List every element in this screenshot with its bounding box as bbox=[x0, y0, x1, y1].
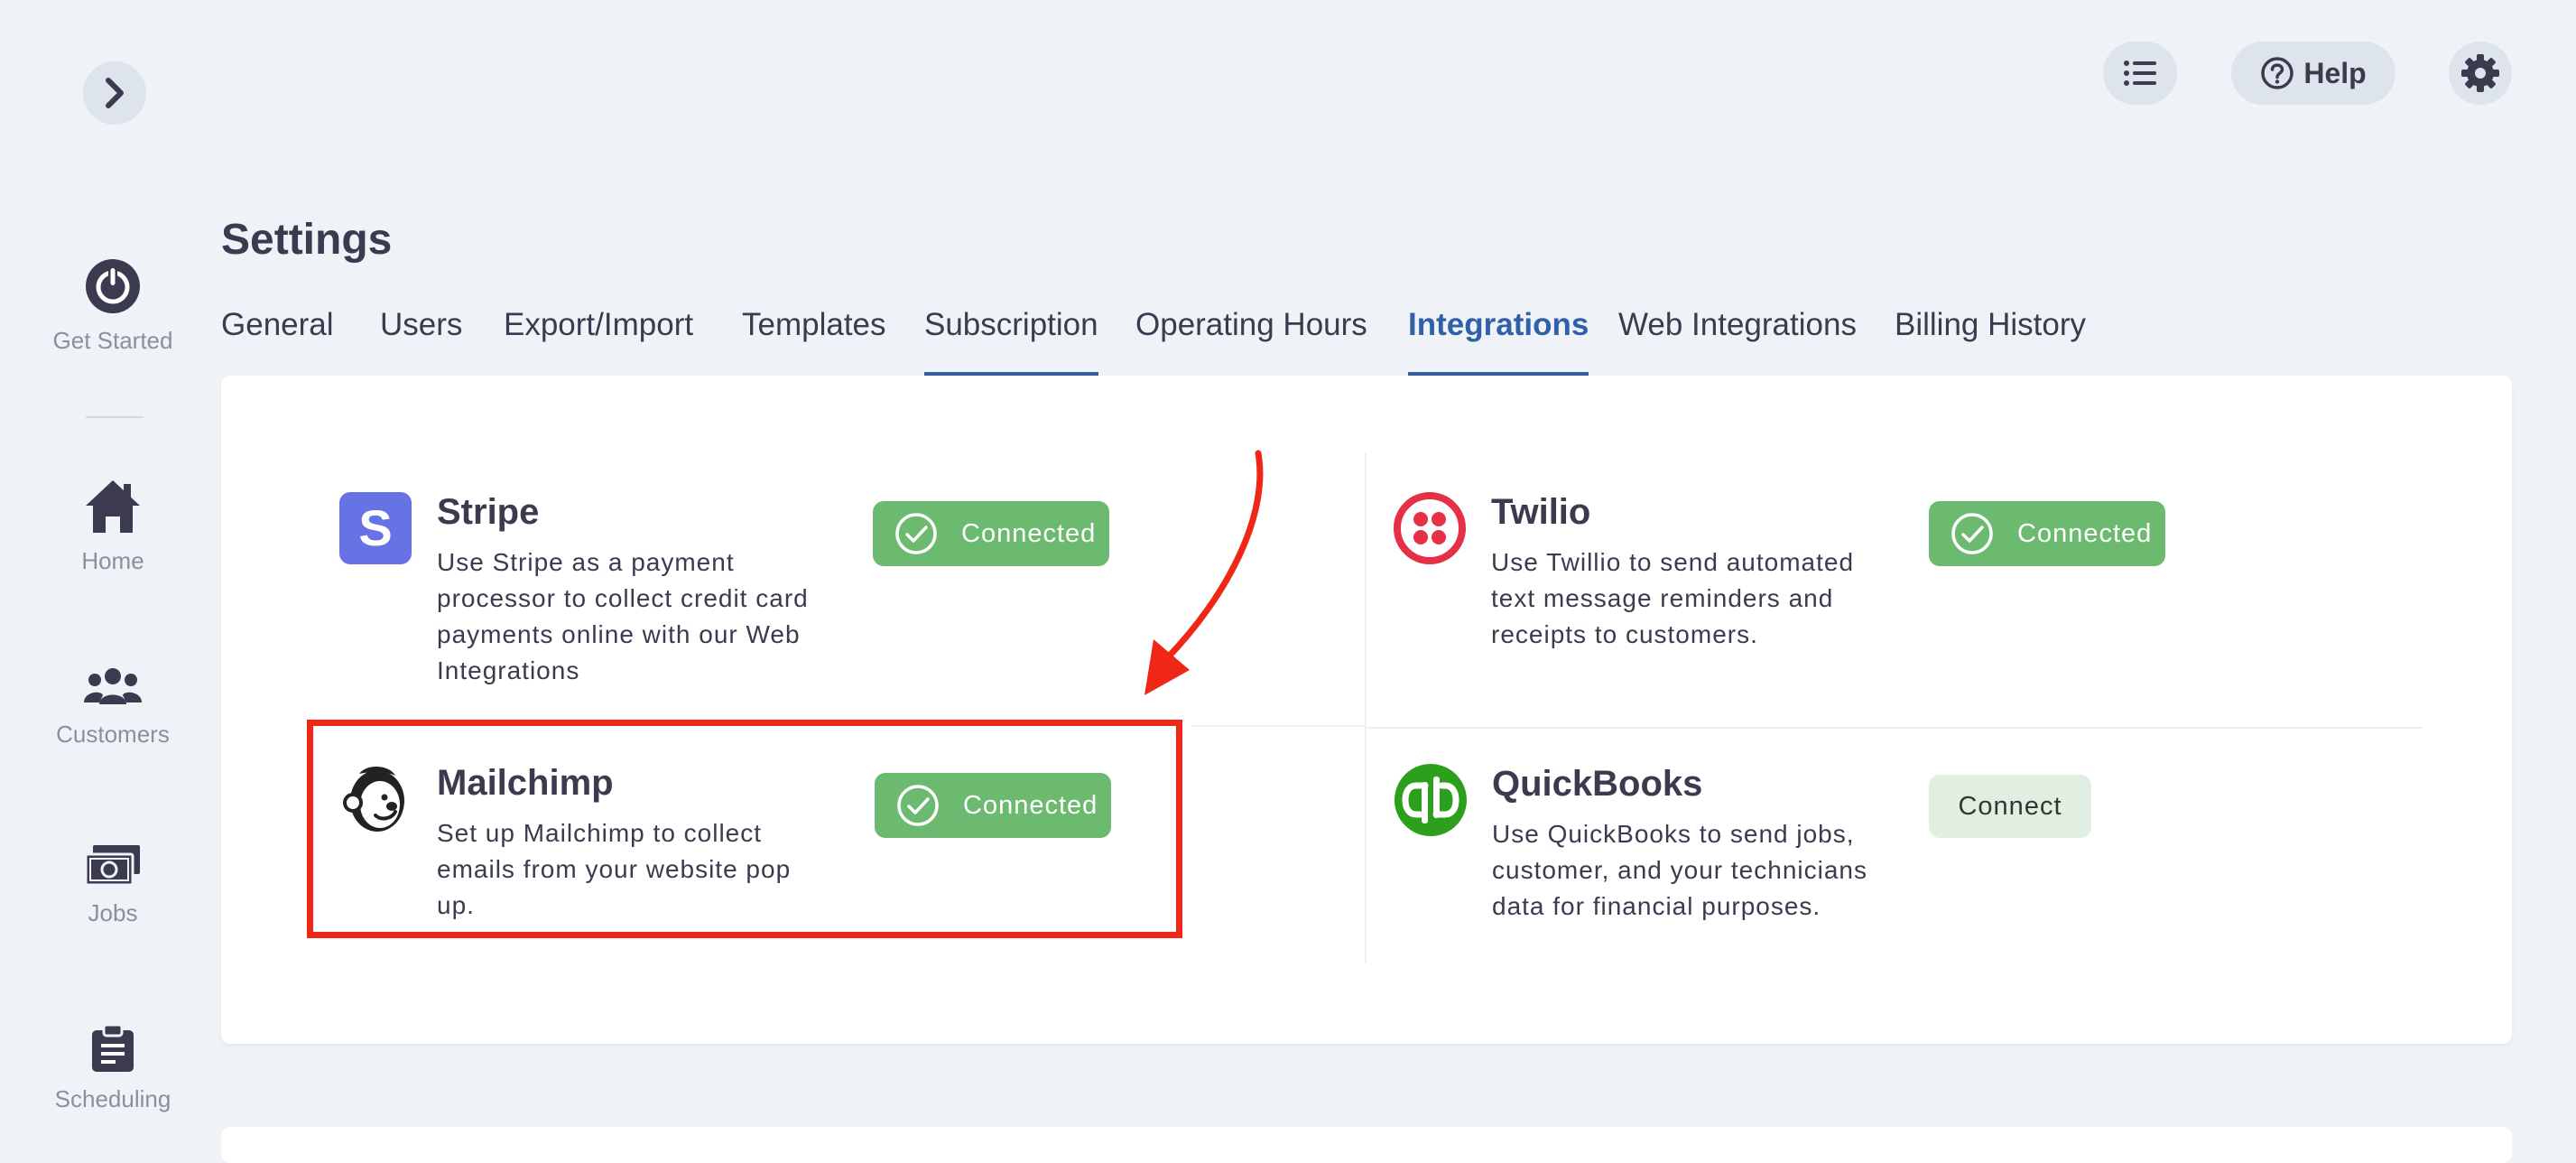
tab-general[interactable]: General bbox=[221, 307, 334, 376]
integration-description: Use Stripe as a payment processor to col… bbox=[437, 548, 809, 684]
tab-billing-history[interactable]: Billing History bbox=[1895, 307, 2086, 376]
tab-users[interactable]: Users bbox=[380, 307, 462, 376]
twilio-logo-icon bbox=[1394, 492, 1466, 564]
sidebar-item-customers[interactable]: Customers bbox=[0, 666, 226, 749]
quickbooks-connect-button[interactable]: Connect bbox=[1929, 775, 2091, 838]
secondary-card bbox=[221, 1127, 2512, 1163]
integration-description: Use Twillio to send automated text messa… bbox=[1491, 548, 1855, 648]
row-divider bbox=[1191, 725, 1366, 727]
list-view-button[interactable] bbox=[2103, 42, 2177, 105]
row-divider bbox=[1366, 727, 2422, 729]
quickbooks-logo-icon bbox=[1395, 764, 1467, 836]
sidebar-item-label: Get Started bbox=[52, 327, 173, 354]
help-label: Help bbox=[2303, 56, 2367, 89]
tab-subscription[interactable]: Subscription bbox=[924, 307, 1098, 376]
stripe-status-connected[interactable]: Connected bbox=[873, 501, 1109, 566]
check-circle-icon bbox=[1951, 513, 1993, 554]
tab-operating-hours[interactable]: Operating Hours bbox=[1135, 307, 1367, 376]
sidebar-item-jobs[interactable]: Jobs bbox=[0, 843, 226, 927]
sidebar-item-home[interactable]: Home bbox=[0, 479, 226, 575]
stripe-logo-icon: S bbox=[339, 492, 412, 564]
tab-templates[interactable]: Templates bbox=[742, 307, 886, 376]
integration-name: Stripe bbox=[437, 492, 540, 532]
sidebar-item-label: Scheduling bbox=[54, 1085, 171, 1112]
tab-export-import[interactable]: Export/Import bbox=[504, 307, 693, 376]
power-icon bbox=[86, 259, 140, 313]
users-icon bbox=[84, 668, 142, 704]
question-circle-icon bbox=[2261, 57, 2294, 89]
stripe-logo-letter: S bbox=[358, 499, 392, 556]
sidebar-item-label: Home bbox=[81, 547, 144, 574]
tab-web-integrations[interactable]: Web Integrations bbox=[1618, 307, 1857, 376]
money-icon bbox=[84, 845, 140, 887]
tab-integrations[interactable]: Integrations bbox=[1408, 307, 1589, 376]
help-button[interactable]: Help bbox=[2231, 42, 2395, 105]
gear-icon bbox=[2461, 54, 2499, 92]
home-icon bbox=[86, 480, 140, 533]
sidebar-item-label: Jobs bbox=[88, 899, 138, 926]
sidebar-item-get-started[interactable]: Get Started bbox=[0, 258, 226, 355]
sidebar-expand-button[interactable] bbox=[83, 61, 146, 125]
sidebar-item-scheduling[interactable]: Scheduling bbox=[0, 1024, 226, 1113]
page-title: Settings bbox=[221, 216, 393, 264]
annotation-highlight-box bbox=[307, 720, 1182, 938]
sidebar-divider bbox=[86, 416, 144, 418]
integration-description: Use QuickBooks to send jobs, customer, a… bbox=[1492, 820, 1867, 920]
integration-name: QuickBooks bbox=[1492, 764, 1703, 804]
status-label: Connected bbox=[2017, 518, 2153, 548]
integration-name: Twilio bbox=[1491, 492, 1591, 532]
sidebar-item-label: Customers bbox=[56, 721, 170, 748]
annotation-arrow-icon bbox=[1144, 450, 1264, 695]
twilio-status-connected[interactable]: Connected bbox=[1929, 501, 2165, 566]
list-icon bbox=[2124, 60, 2156, 86]
chevron-right-icon bbox=[106, 78, 124, 108]
settings-button[interactable] bbox=[2449, 42, 2512, 105]
column-divider bbox=[1365, 453, 1367, 963]
clipboard-icon bbox=[92, 1024, 134, 1072]
integrations-card bbox=[221, 376, 2512, 1044]
status-label: Connected bbox=[961, 518, 1097, 548]
check-circle-icon bbox=[895, 513, 937, 554]
